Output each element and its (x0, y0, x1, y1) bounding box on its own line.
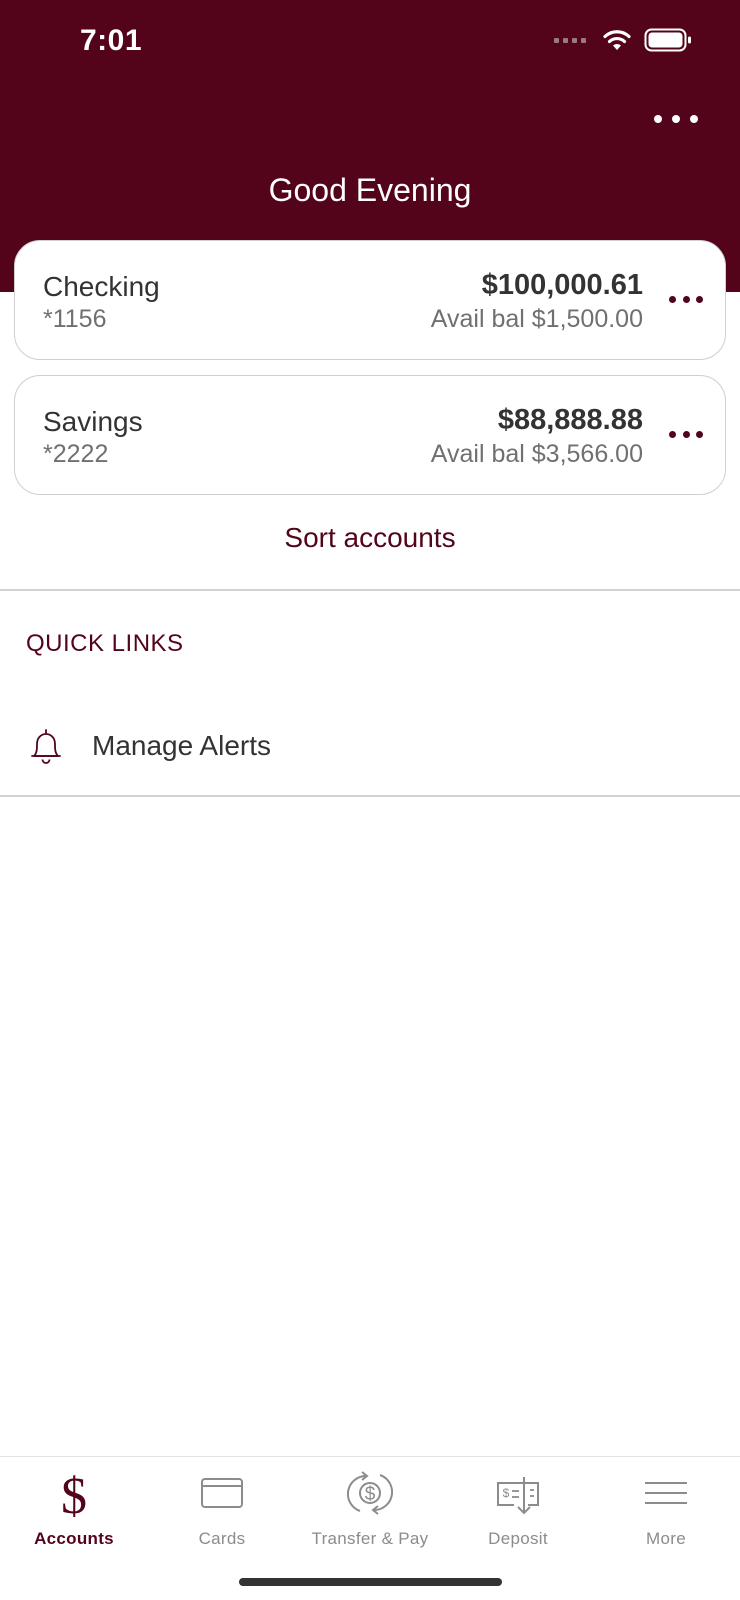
signal-dots-icon (554, 37, 586, 43)
svg-text:$: $ (365, 1484, 376, 1505)
svg-text:$: $ (61, 1469, 87, 1517)
ellipsis-icon (669, 295, 676, 303)
transfer-icon: $ (347, 1471, 393, 1515)
tab-label: Deposit (488, 1529, 548, 1548)
ellipsis-icon (669, 430, 676, 438)
tab-accounts[interactable]: $ Accounts (0, 1457, 148, 1557)
quick-links-title: QUICK LINKS (26, 630, 184, 657)
tab-label: Transfer & Pay (311, 1529, 429, 1548)
home-indicator (239, 1578, 502, 1586)
wifi-icon (603, 30, 631, 50)
status-icons (554, 28, 692, 52)
account-more-button[interactable] (669, 287, 703, 311)
svg-text:$: $ (503, 1486, 510, 1500)
account-number: *1156 (43, 305, 107, 333)
tab-label: Cards (198, 1529, 246, 1548)
screen: 7:01 Good Evening Checking *1156 $100,00… (0, 0, 740, 1600)
account-balance: $88,888.88 (497, 404, 643, 436)
quick-link-label: Manage Alerts (92, 730, 271, 761)
account-card-savings[interactable]: Savings *2222 $88,888.88 Avail bal $3,56… (14, 375, 726, 495)
account-name: Savings (43, 406, 143, 437)
account-available-balance: Avail bal $1,500.00 (430, 305, 643, 333)
sort-accounts-link[interactable]: Sort accounts (0, 522, 740, 554)
dollar-icon: $ (61, 1469, 87, 1517)
card-icon (201, 1478, 243, 1508)
bell-icon (31, 729, 61, 764)
status-time: 7:01 (80, 24, 143, 57)
greeting: Good Evening (268, 172, 472, 208)
check-deposit-icon: $ (497, 1477, 539, 1515)
tab-deposit[interactable]: $ Deposit (444, 1457, 592, 1557)
ellipsis-icon (654, 115, 662, 123)
tab-label: Accounts (34, 1529, 114, 1548)
header-more-button[interactable] (654, 104, 698, 134)
quick-link-manage-alerts[interactable]: Manage Alerts (0, 700, 740, 790)
account-available-balance: Avail bal $3,566.00 (430, 440, 643, 468)
account-balance: $100,000.61 (481, 269, 643, 301)
tab-transfer-pay[interactable]: $ Transfer & Pay (296, 1457, 444, 1557)
divider (0, 589, 740, 591)
battery-icon (644, 28, 691, 52)
account-number: *2222 (43, 440, 109, 468)
account-name: Checking (43, 271, 160, 302)
account-card-checking[interactable]: Checking *1156 $100,000.61 Avail bal $1,… (14, 240, 726, 360)
tab-cards[interactable]: Cards (148, 1457, 296, 1557)
menu-icon (645, 1482, 687, 1504)
divider (0, 795, 740, 797)
account-more-button[interactable] (669, 422, 703, 446)
tab-label: More (646, 1529, 686, 1548)
tab-more[interactable]: More (592, 1457, 740, 1557)
